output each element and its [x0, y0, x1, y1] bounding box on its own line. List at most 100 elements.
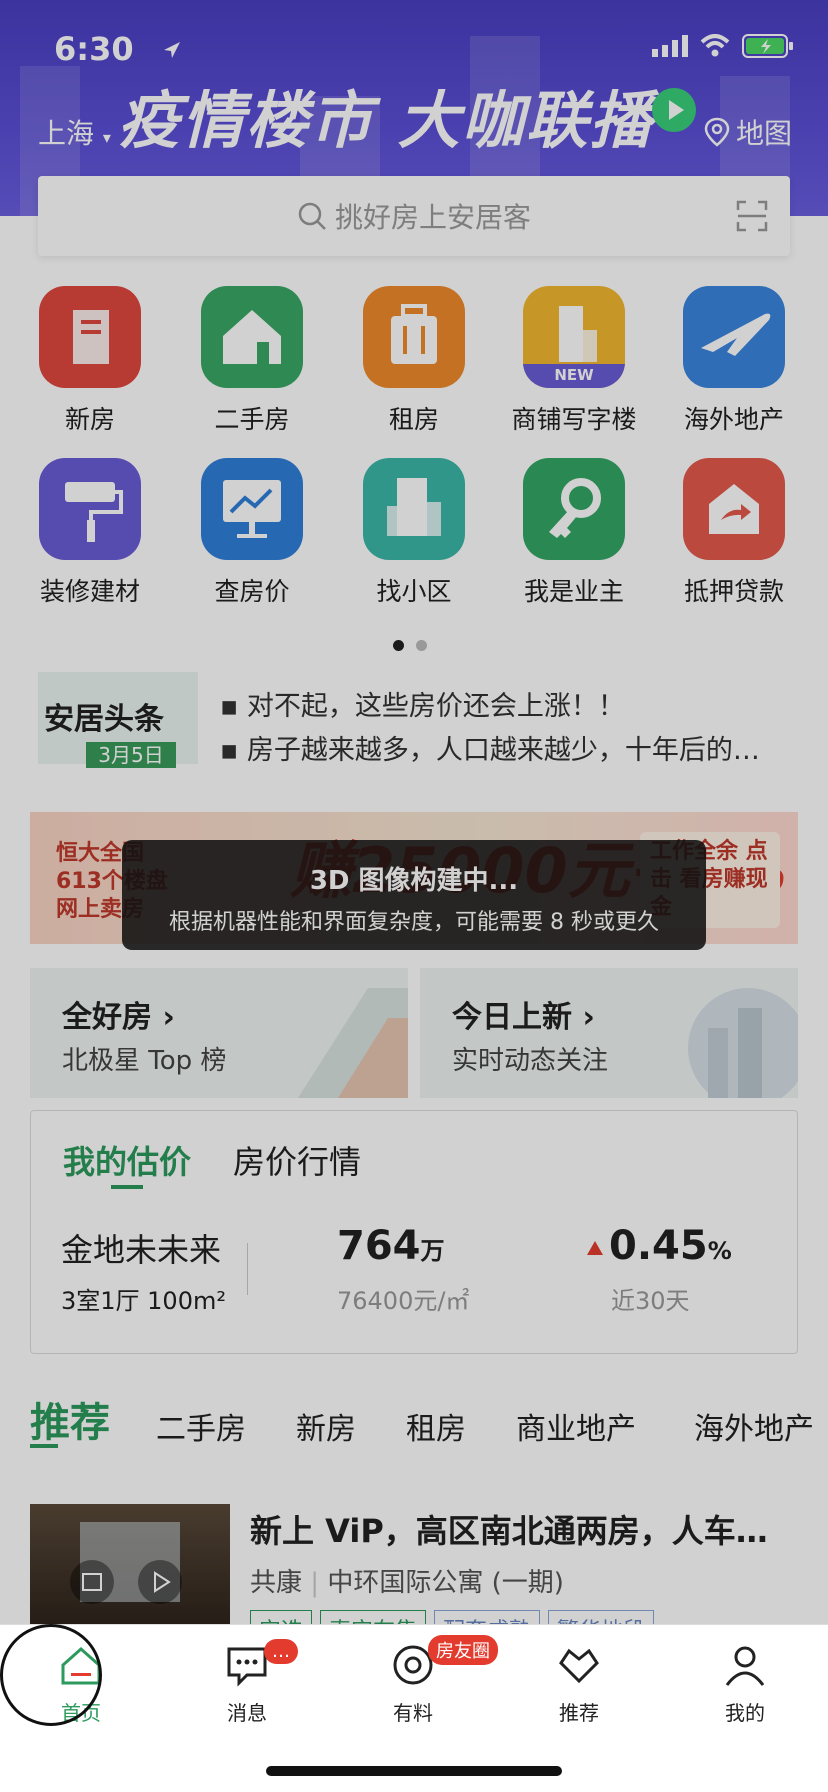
news-logo-text: 安居头条	[44, 702, 164, 737]
tab-new-home[interactable]: 新房	[296, 1404, 356, 1448]
card-subtitle: 北极星 Top 榜	[62, 1046, 227, 1076]
tab-label: 我的	[725, 1701, 765, 1725]
message-icon	[227, 1647, 267, 1687]
city-selector[interactable]: 上海 ▾	[38, 112, 111, 152]
search-input[interactable]: 挑好房上安居客	[38, 176, 790, 256]
card-decoration	[298, 988, 408, 1098]
category-label: 二手房	[214, 405, 290, 434]
category-second-hand[interactable]: 二手房	[172, 286, 332, 436]
battery-icon	[742, 34, 793, 58]
video-play-icon	[138, 1560, 182, 1604]
tab-overseas[interactable]: 海外地产	[694, 1404, 814, 1448]
listing-card[interactable]: 新上 ViP，高区南北通两房，人车… 共康 | 中环国际公寓 (一期) 安选 真…	[30, 1504, 798, 1648]
map-label: 地图	[735, 117, 792, 150]
tab-recommend-bottom[interactable]: 推荐	[524, 1643, 634, 1726]
page-dot	[416, 640, 427, 651]
map-button[interactable]: 地图	[704, 112, 792, 152]
category-decoration[interactable]: 装修建材	[10, 458, 170, 608]
category-label: 商铺写字楼	[511, 405, 637, 434]
airplane-icon	[683, 286, 785, 388]
chevron-down-icon: ▾	[102, 128, 111, 147]
key-icon	[523, 458, 625, 560]
tab-commercial[interactable]: 商业地产	[516, 1404, 636, 1448]
tab-indicator	[111, 1185, 143, 1189]
tab-messages[interactable]: … 消息	[192, 1639, 302, 1726]
tab-feed[interactable]: 房友圈 有料	[358, 1635, 498, 1726]
app-screen: 6:30 上海 ▾ 疫情楼市 大咖联播 地图 挑好房上安居客 新房 二手房 租房	[0, 0, 828, 1792]
category-label: 抵押贷款	[683, 577, 784, 606]
news-item[interactable]: ▪ 房子越来越多，人口越来越少，十年后的…	[220, 728, 760, 767]
circle-badge: 房友圈	[428, 1635, 498, 1665]
map-pin-icon	[704, 117, 730, 147]
category-owner[interactable]: 我是业主	[494, 458, 654, 608]
unit-price: 76400元/㎡	[337, 1287, 470, 1315]
price-unit: 万	[420, 1237, 445, 1265]
category-new-home[interactable]: 新房	[10, 286, 170, 436]
recommend-tab-indicator	[30, 1444, 58, 1448]
house-icon	[201, 286, 303, 388]
tab-price-trends[interactable]: 房价行情	[233, 1137, 361, 1183]
category-commercial[interactable]: NEW 商铺写字楼	[494, 286, 654, 436]
category-label: 租房	[388, 405, 439, 434]
card-new-today[interactable]: 今日上新 › 实时动态关注	[420, 968, 798, 1098]
new-badge: NEW	[554, 366, 594, 384]
change-value: 0.45	[609, 1223, 708, 1269]
news-logo: 安居头条 3月5日	[38, 672, 198, 768]
category-label: 查房价	[214, 577, 290, 606]
loading-toast: 3D 图像构建中... 根据机器性能和界面复杂度，可能需要 8 秒或更久	[122, 840, 706, 950]
tab-rent[interactable]: 租房	[406, 1404, 466, 1448]
news-item-text: 房子越来越多，人口越来越少，十年后的…	[246, 735, 760, 766]
card-title: 今日上新 ›	[452, 992, 595, 1036]
category-rent[interactable]: 租房	[334, 286, 494, 436]
price-value: 764	[337, 1223, 421, 1269]
category-price-check[interactable]: 查房价	[172, 458, 332, 608]
card-title-text: 今日上新	[452, 1000, 572, 1035]
category-label: 海外地产	[683, 405, 784, 434]
property-name[interactable]: 金地未未来	[61, 1225, 221, 1271]
status-time: 6:30	[54, 30, 134, 68]
news-item[interactable]: ▪ 对不起，这些房价还会上涨！！	[220, 684, 625, 723]
tab-label: 推荐	[559, 1701, 599, 1725]
location-arrow-icon	[164, 42, 180, 58]
listing-estate: 中环国际公寓 (一期)	[327, 1568, 564, 1598]
category-mortgage[interactable]: 抵押贷款	[654, 458, 814, 608]
mortgage-icon	[683, 458, 785, 560]
home-indicator	[266, 1766, 562, 1776]
category-overseas[interactable]: 海外地产	[654, 286, 814, 436]
tab-label: 消息	[227, 1701, 267, 1725]
category-find-community[interactable]: 找小区	[334, 458, 494, 608]
city-label: 上海	[38, 117, 95, 150]
listing-title: 新上 ViP，高区南北通两房，人车…	[250, 1512, 768, 1550]
card-title-text: 全好房	[62, 1000, 152, 1035]
tab-second-hand[interactable]: 二手房	[156, 1404, 246, 1448]
category-label: 我是业主	[523, 577, 624, 606]
listing-thumbnail[interactable]	[30, 1504, 230, 1624]
tab-profile[interactable]: 我的	[690, 1643, 800, 1726]
valuation-panel: 我的估价 房价行情 金地未未来 3室1厅 100m² 764万 76400元/㎡…	[30, 1110, 798, 1354]
search-icon	[298, 202, 326, 230]
heart-icon	[559, 1648, 599, 1684]
gallery-icon	[70, 1560, 114, 1604]
page-dot	[393, 640, 404, 651]
change-unit: %	[707, 1237, 732, 1265]
tab-recommend[interactable]: 推荐	[30, 1390, 110, 1448]
chevron-right-icon: ›	[162, 1000, 175, 1035]
toast-title: 3D 图像构建中...	[309, 866, 519, 896]
message-badge: …	[264, 1639, 298, 1664]
card-subtitle: 实时动态关注	[452, 1046, 609, 1076]
scan-icon[interactable]	[736, 200, 768, 232]
news-date: 3月5日	[86, 742, 176, 768]
tab-my-valuation[interactable]: 我的估价	[63, 1137, 191, 1183]
property-layout: 3室1厅 100m²	[61, 1287, 226, 1315]
divider	[247, 1243, 248, 1295]
news-headlines[interactable]: 安居头条 3月5日 ▪ 对不起，这些房价还会上涨！！ ▪ 房子越来越多，人口越来…	[38, 670, 790, 770]
tab-label: 有料	[393, 1701, 433, 1725]
change-period: 近30天	[611, 1287, 690, 1315]
card-top-list[interactable]: 全好房 › 北极星 Top 榜	[30, 968, 408, 1098]
paint-roller-icon	[39, 458, 141, 560]
play-icon[interactable]	[652, 88, 696, 132]
office-icon: NEW	[523, 286, 625, 388]
listing-area: 共康	[250, 1568, 303, 1598]
price-change: 0.45%	[587, 1223, 732, 1269]
category-label: 新房	[64, 405, 115, 434]
